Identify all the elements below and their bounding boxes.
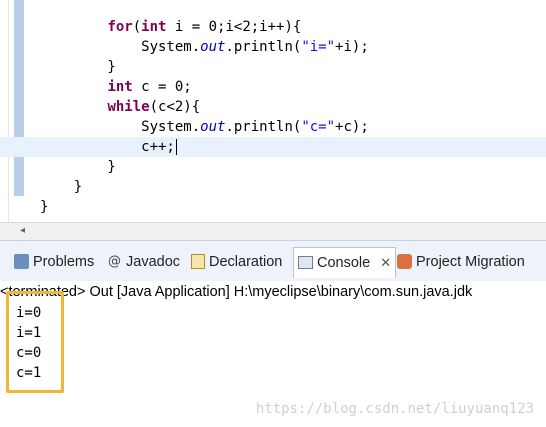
close-icon[interactable]: ✕ [380, 255, 391, 270]
code-line[interactable]: int c = 0; [0, 77, 546, 97]
javadoc-icon: @ [108, 253, 121, 269]
code-token: System. [40, 119, 201, 135]
tab-javadoc[interactable]: @ Javadoc [107, 249, 180, 275]
output-highlight-box [6, 291, 64, 393]
code-token: } [40, 199, 49, 215]
code-line[interactable]: System.out.println("c="+c); [0, 117, 546, 137]
code-token: out [200, 119, 226, 135]
text-caret [175, 139, 177, 155]
code-token: "i=" [301, 39, 336, 55]
code-token: .println( [225, 119, 302, 135]
code-token: System. [40, 39, 201, 55]
code-line[interactable]: } [0, 157, 546, 177]
code-token: c = 0; [132, 79, 192, 95]
code-token: c++; [40, 139, 175, 155]
project-migration-icon [397, 253, 412, 269]
code-token: int [141, 19, 167, 35]
code-token: } [40, 179, 83, 195]
code-line[interactable]: System.out.println("i="+i); [0, 37, 546, 57]
watermark: https://blog.csdn.net/liuyuanq123 [255, 401, 534, 417]
console-status-line: <terminated> Out [Java Application] H:\m… [0, 284, 473, 300]
code-token: +i); [335, 39, 369, 55]
tab-problems[interactable]: Problems [14, 249, 94, 275]
tab-javadoc-label: Javadoc [126, 254, 181, 270]
code-line[interactable]: } [0, 197, 546, 217]
tab-console[interactable]: Console ✕ [293, 247, 397, 278]
declaration-icon [191, 253, 205, 269]
problems-icon [14, 253, 29, 269]
tab-declaration[interactable]: Declaration [191, 249, 282, 275]
code-editor[interactable]: for(int i = 0;i<2;i++){ System.out.print… [0, 0, 546, 222]
view-tab-bar: Problems @ Javadoc Declaration Console ✕ P… [0, 240, 546, 282]
tab-project-migration-label: Project Migration [416, 254, 525, 270]
tab-problems-label: Problems [33, 254, 95, 270]
code-token: for [107, 19, 133, 35]
code-token: +c); [335, 119, 369, 135]
code-token: i = 0;i<2;i++){ [166, 19, 302, 35]
console-icon [298, 255, 313, 269]
tab-declaration-label: Declaration [209, 254, 283, 270]
code-token: } [40, 59, 116, 75]
code-line[interactable]: } [0, 57, 546, 77]
code-token: .println( [225, 39, 302, 55]
code-token: while [107, 99, 150, 115]
code-token: "c=" [301, 119, 336, 135]
code-token: (c<2){ [149, 99, 201, 115]
code-line[interactable]: while(c<2){ [0, 97, 546, 117]
scroll-left-arrow-icon[interactable]: ◂ [20, 225, 25, 236]
code-line[interactable]: for(int i = 0;i<2;i++){ [0, 17, 546, 37]
code-token: } [40, 159, 116, 175]
horizontal-scrollbar[interactable]: ◂ [0, 222, 546, 240]
tab-project-migration[interactable]: Project Migration [397, 249, 525, 275]
code-token: out [200, 39, 226, 55]
tab-console-label: Console [317, 255, 371, 271]
code-token: int [107, 79, 133, 95]
code-line[interactable]: } [0, 177, 546, 197]
code-token: ( [132, 19, 142, 35]
code-line[interactable]: c++; [0, 137, 546, 157]
